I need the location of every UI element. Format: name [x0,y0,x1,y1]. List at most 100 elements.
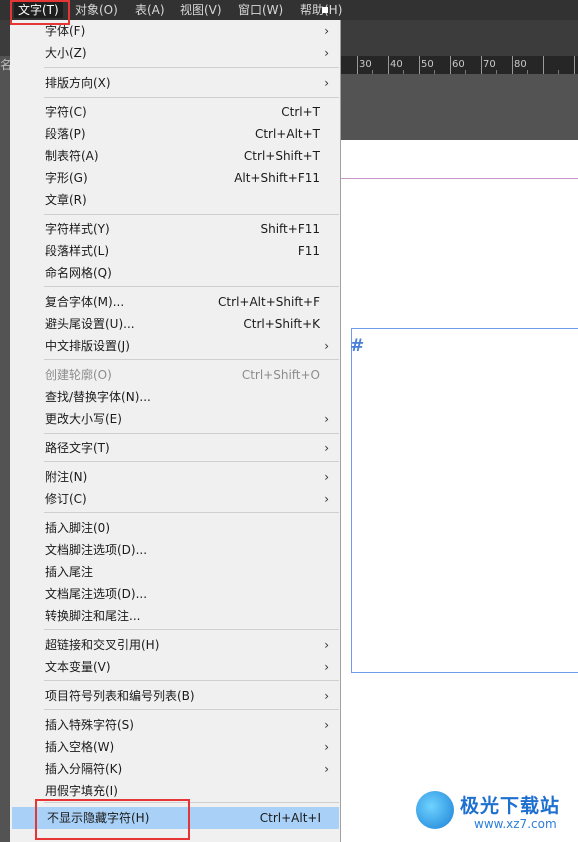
menu-item[interactable]: 复合字体(M)... Ctrl+Alt+Shift+F [10,291,341,313]
menu-separator [44,286,339,287]
menu-item-label: 创建轮廓(O) [45,368,112,382]
menu-item-label: 插入脚注(0) [45,521,110,535]
chevron-right-icon: › [324,660,329,674]
ruler-tick [512,56,513,74]
chevron-right-icon: › [324,762,329,776]
chevron-right-icon: › [324,339,329,353]
menu-item-shortcut: Ctrl+Alt+Shift+F [218,295,320,309]
menu-item-shortcut: Ctrl+Alt+T [254,127,320,141]
menu-item-label: 字体(F) [45,24,86,38]
menu-item-label: 插入特殊字符(S) [45,718,134,732]
menu-separator [44,214,339,215]
horizontal-ruler[interactable]: 30 40 50 60 70 80 [341,56,578,74]
chevron-right-icon: › [324,470,329,484]
menu-separator [44,709,339,710]
menu-item-shortcut: Alt+Shift+F11 [234,171,320,185]
window-restore-icon[interactable] [321,2,329,18]
chevron-right-icon: › [324,492,329,506]
chevron-right-icon: › [324,740,329,754]
ruler-label: 40 [390,59,403,70]
menu-item[interactable]: 查找/替换字体(N)... [10,386,341,408]
menu-item[interactable]: 文章(R) [10,189,341,211]
menu-item[interactable]: 文档脚注选项(D)... [10,539,341,561]
menu-item[interactable]: 插入分隔符(K) › [10,758,341,780]
menu-item-label: 段落(P) [45,127,86,141]
menu-item[interactable]: 字符样式(Y) Shift+F11 [10,218,341,240]
menu-item[interactable]: 插入特殊字符(S) › [10,714,341,736]
menu-item-label: 附注(N) [45,470,88,484]
menu-item-label: 文本变量(V) [45,660,111,674]
menu-item[interactable]: 超链接和交叉引用(H) › [10,634,341,656]
menu-item[interactable]: 段落(P) Ctrl+Alt+T [10,123,341,145]
menu-item[interactable]: 大小(Z) › [10,42,341,64]
text-frame[interactable] [351,328,578,673]
menu-item-label: 段落样式(L) [45,244,110,258]
menu-item-label: 字符(C) [45,105,87,119]
menu-item-label: 字形(G) [45,171,88,185]
menu-item[interactable]: 制表符(A) Ctrl+Shift+T [10,145,341,167]
menu-item[interactable]: 排版方向(X) › [10,72,341,94]
menu-item-shortcut: Ctrl+T [281,105,320,119]
menu-item[interactable]: 转换脚注和尾注... [10,605,341,627]
menu-item[interactable]: 命名网格(Q) [10,262,341,284]
margin-guide [341,178,578,179]
menu-item: 创建轮廓(O) Ctrl+Shift+O [10,364,341,386]
menu-separator [44,512,339,513]
menu-item-label: 命名网格(Q) [45,266,112,280]
menu-item-label: 大小(Z) [45,46,87,60]
menu-item[interactable]: 中文排版设置(J) › [10,335,341,357]
menu-item[interactable]: 段落样式(L) F11 [10,240,341,262]
menu-item-label: 文章(R) [45,193,87,207]
chevron-right-icon: › [324,76,329,90]
watermark-title: 极光下载站 [460,795,561,817]
menu-separator [44,97,339,98]
menu-item-shortcut: Ctrl+Shift+T [243,149,320,163]
menu-item[interactable]: 字符(C) Ctrl+T [10,101,341,123]
menu-item[interactable]: 更改大小写(E) › [10,408,341,430]
menu-item-label: 字符样式(Y) [45,222,110,236]
ruler-tick [388,56,389,74]
ruler-tick [574,56,575,74]
watermark: 极光下载站 www.xz7.com [414,787,578,842]
menu-item-label: 中文排版设置(J) [45,339,130,353]
menu-item[interactable]: 修订(C) › [10,488,341,510]
ruler-tick [357,56,358,74]
hidden-character-marker: # [350,336,365,356]
menu-separator [44,680,339,681]
menu-item-label: 排版方向(X) [45,76,111,90]
menu-separator [44,433,339,434]
menu-item[interactable]: 插入脚注(0) [10,517,341,539]
text-menu-dropdown: 字体(F) › 大小(Z) › 排版方向(X) › 字符(C) Ctrl+T 段落(P) Ctrl… [10,20,341,842]
ruler-label: 50 [421,59,434,70]
chevron-right-icon: › [324,412,329,426]
menu-item-label: 复合字体(M)... [45,295,125,309]
menu-item[interactable]: 插入空格(W) › [10,736,341,758]
ruler-tick [419,56,420,74]
menu-view[interactable]: 视图(V) [180,2,222,18]
menu-item[interactable]: 项目符号列表和编号列表(B) › [10,685,341,707]
ruler-tick [543,56,544,74]
menu-table[interactable]: 表(A) [135,2,165,18]
chevron-right-icon: › [324,689,329,703]
menu-item[interactable]: 字形(G) Alt+Shift+F11 [10,167,341,189]
menu-item[interactable]: 文本变量(V) › [10,656,341,678]
menu-item[interactable]: 避头尾设置(U)... Ctrl+Shift+K [10,313,341,335]
ruler-label: 30 [359,59,372,70]
watermark-logo-icon [416,791,454,829]
chevron-right-icon: › [324,24,329,38]
watermark-url: www.xz7.com [474,817,557,831]
chevron-right-icon: › [324,46,329,60]
menu-separator [44,629,339,630]
menu-item[interactable]: 插入尾注 [10,561,341,583]
menu-item[interactable]: 附注(N) › [10,466,341,488]
chevron-right-icon: › [324,441,329,455]
menu-item-label: 更改大小写(E) [45,412,122,426]
menu-separator [44,67,339,68]
menu-window[interactable]: 窗口(W) [238,2,283,18]
pasteboard[interactable] [341,74,578,140]
menu-item[interactable]: 文档尾注选项(D)... [10,583,341,605]
menu-item-shortcut: F11 [297,244,320,258]
menu-object[interactable]: 对象(O) [75,2,118,18]
menu-item[interactable]: 路径文字(T) › [10,437,341,459]
menu-item-shortcut: Shift+F11 [260,222,320,236]
